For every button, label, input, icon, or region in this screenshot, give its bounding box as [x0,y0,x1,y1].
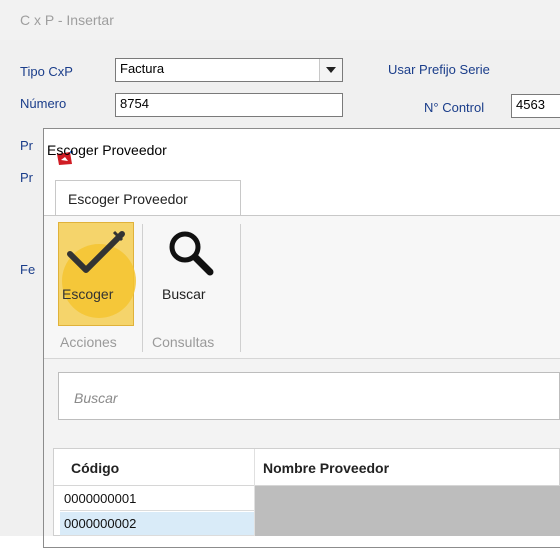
dialog-title: Escoger Proveedor [47,142,167,158]
magnifier-icon [169,231,214,276]
table-row[interactable]: 0000000002 [60,512,254,536]
table-row[interactable]: 0000000001 [60,487,254,511]
ribbon-group-separator [142,224,143,352]
usar-prefijo-label: Usar Prefijo Serie [388,62,490,77]
numero-field[interactable]: 8754 [115,93,343,117]
ribbon-group-separator-2 [240,224,241,352]
tipo-cxp-dropdown-button[interactable] [319,59,342,81]
tab-label: Escoger Proveedor [68,191,188,207]
column-header-nombre-proveedor[interactable]: Nombre Proveedor [263,460,389,476]
control-label: N° Control [424,100,485,115]
checkmark-pen-icon [67,230,125,273]
partial-label-1: Pr [20,138,33,153]
chevron-down-icon [326,67,336,73]
column-header-codigo[interactable]: Código [71,460,119,476]
search-input[interactable] [58,372,560,420]
group-consultas-label: Consultas [152,334,215,350]
buscar-label: Buscar [162,286,206,302]
group-acciones-label: Acciones [60,334,117,350]
escoger-label: Escoger [62,286,114,302]
tipo-cxp-combobox[interactable]: Factura [115,58,343,82]
partial-label-2: Pr [20,170,33,185]
tipo-cxp-value: Factura [120,61,165,76]
search-placeholder: Buscar [74,390,118,406]
blurred-names-area [255,486,560,536]
numero-label: Número [20,96,67,111]
background-window-title: C x P - Insertar [20,12,114,28]
partial-label-3: Fe [20,262,36,277]
control-field[interactable]: 4563 [511,94,560,118]
tipo-cxp-label: Tipo CxP [20,64,73,79]
